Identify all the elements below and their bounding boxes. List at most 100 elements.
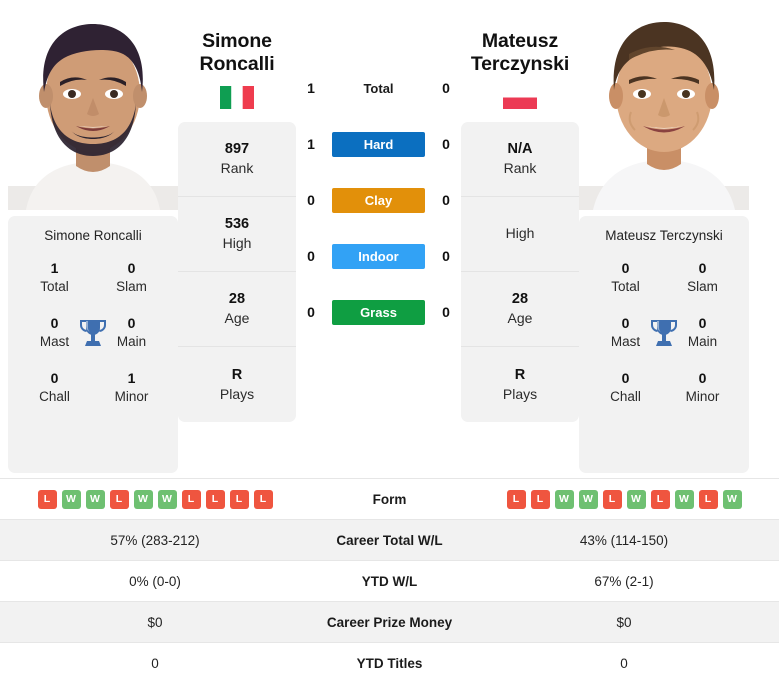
form-badge: W xyxy=(133,489,153,509)
right-stat-rank-label: Rank xyxy=(503,160,537,177)
left-stat-age: 28 Age xyxy=(178,272,296,347)
form-badge: L xyxy=(530,489,550,509)
left-ytd-titles: 0 xyxy=(0,642,310,684)
left-stat-age-value: 28 xyxy=(228,291,246,308)
right-titles-chall: 0 Chall xyxy=(587,369,664,406)
table-row-ytd-titles: 0 YTD Titles 0 xyxy=(0,642,779,684)
left-titles-chall: 0 Chall xyxy=(16,369,93,406)
right-titles-slam-value: 0 xyxy=(698,260,707,276)
h2h-row-grass: 0 Grass 0 xyxy=(296,284,461,340)
right-stat-plays: R Plays xyxy=(461,347,579,422)
left-titles-minor-value: 1 xyxy=(127,370,136,387)
form-badge: L xyxy=(205,489,225,509)
poland-flag-icon xyxy=(503,85,537,109)
right-stat-age-value: 28 xyxy=(511,291,529,308)
right-titles-minor-label: Minor xyxy=(685,389,720,405)
form-badge: W xyxy=(157,489,177,509)
left-player-heading: Simone Roncalli xyxy=(178,8,296,122)
left-player-photo xyxy=(8,8,178,210)
h2h-row-total: 1 Total 0 xyxy=(296,60,461,116)
right-player-photo xyxy=(579,8,749,210)
italy-flag-icon xyxy=(220,85,254,109)
form-badge: L xyxy=(181,489,201,509)
left-titles-minor: 1 Minor xyxy=(93,369,170,406)
left-titles-total-value: 1 xyxy=(50,260,59,276)
row-label-career-prize-money: Career Prize Money xyxy=(310,601,469,643)
form-badge: L xyxy=(698,489,718,509)
h2h-clay-right: 0 xyxy=(442,192,450,208)
left-stat-age-label: Age xyxy=(224,310,250,327)
left-titles-chall-label: Chall xyxy=(39,389,70,405)
left-stat-plays: R Plays xyxy=(178,347,296,422)
left-stat-rank-value: 897 xyxy=(224,141,250,158)
table-row-form: LWWLWWLLLL Form LLWWLWLWLW xyxy=(0,478,779,520)
right-stat-plays-value: R xyxy=(514,366,526,383)
h2h-grass-badge: Grass xyxy=(332,299,425,325)
h2h-total-left: 1 xyxy=(307,80,315,96)
h2h-clay-badge: Clay xyxy=(332,187,425,213)
left-form-strip: LWWLWWLLLL xyxy=(6,489,304,509)
left-titles-slam-label: Slam xyxy=(116,278,147,294)
row-label-ytd-titles: YTD Titles xyxy=(310,642,469,684)
right-stat-high-label: High xyxy=(505,225,535,242)
right-titles-minor-value: 0 xyxy=(698,370,707,387)
row-label-career-total-wl: Career Total W/L xyxy=(310,519,469,561)
form-badge: W xyxy=(578,489,598,509)
h2h-total-right: 0 xyxy=(442,80,450,96)
right-titles-total: 0 Total xyxy=(587,259,664,296)
player-comparison-page: Simone Roncalli 1 Total 0 Slam 0 Mast 0 … xyxy=(0,0,779,699)
right-titles-chall-value: 0 xyxy=(621,370,630,387)
right-titles-total-label: Total xyxy=(611,278,640,294)
head-to-head-column: 1 Total 0 1 Hard 0 0 Clay 0 0 Indoor 0 0 xyxy=(296,8,461,340)
right-stat-age-label: Age xyxy=(507,310,533,327)
right-titles-slam-label: Slam xyxy=(687,278,718,294)
left-titles-chall-value: 0 xyxy=(50,370,59,387)
right-titles-chall-label: Chall xyxy=(610,389,641,405)
form-badge: L xyxy=(37,489,57,509)
right-player-card-name: Mateusz Terczynski xyxy=(605,228,723,243)
form-badge: L xyxy=(229,489,249,509)
left-player-first-name: Simone xyxy=(202,30,272,52)
left-titles-total-label: Total xyxy=(40,278,69,294)
left-titles-slam: 0 Slam xyxy=(93,259,170,296)
left-ytd-wl: 0% (0-0) xyxy=(0,560,310,602)
left-stat-plays-label: Plays xyxy=(219,385,255,402)
h2h-hard-left: 1 xyxy=(307,136,315,152)
right-stat-plays-label: Plays xyxy=(502,385,538,402)
right-player-titles-grid: 0 Total 0 Slam 0 Mast 0 Main 0 Chall 0 M… xyxy=(587,259,741,406)
left-stat-column: Simone Roncalli 897 Rank 536 High 28 Age… xyxy=(178,8,296,422)
left-career-prize-money: $0 xyxy=(0,601,310,643)
table-row-career-total-wl: 57% (283-212) Career Total W/L 43% (114-… xyxy=(0,519,779,561)
form-badge: L xyxy=(650,489,670,509)
left-stat-rank-label: Rank xyxy=(220,160,254,177)
form-badge: W xyxy=(554,489,574,509)
h2h-total-label: Total xyxy=(363,80,394,96)
left-stat-high-value: 536 xyxy=(224,216,250,233)
left-titles-slam-value: 0 xyxy=(127,260,136,276)
h2h-grass-left: 0 xyxy=(307,304,315,320)
h2h-row-indoor: 0 Indoor 0 xyxy=(296,228,461,284)
form-badge: L xyxy=(253,489,273,509)
right-player-titles-card: Mateusz Terczynski 0 Total 0 Slam 0 Mast xyxy=(579,216,749,473)
form-badge: L xyxy=(506,489,526,509)
left-career-total-wl: 57% (283-212) xyxy=(0,519,310,561)
left-player-card-name: Simone Roncalli xyxy=(44,228,142,243)
right-player-last-name: Terczynski xyxy=(470,52,570,75)
comparison-stats-table: LWWLWWLLLL Form LLWWLWLWLW 57% (283-212)… xyxy=(0,478,779,684)
h2h-indoor-left: 0 xyxy=(307,248,315,264)
h2h-hard-badge: Hard xyxy=(332,131,425,157)
form-badge: W xyxy=(61,489,81,509)
right-stat-high: High xyxy=(461,197,579,272)
right-ytd-titles: 0 xyxy=(469,642,779,684)
h2h-clay-left: 0 xyxy=(307,192,315,208)
form-badge: W xyxy=(674,489,694,509)
trophy-icon xyxy=(79,318,107,348)
left-stat-high-label: High xyxy=(222,235,252,252)
trophy-icon xyxy=(650,318,678,348)
left-player-last-name: Roncalli xyxy=(199,52,275,75)
right-stat-rank: N/A Rank xyxy=(461,122,579,197)
right-player-column: Mateusz Terczynski 0 Total 0 Slam 0 Mast xyxy=(579,8,749,473)
left-form-cell: LWWLWWLLLL xyxy=(0,478,310,520)
table-row-ytd-wl: 0% (0-0) YTD W/L 67% (2-1) xyxy=(0,560,779,602)
left-player-column: Simone Roncalli 1 Total 0 Slam 0 Mast 0 … xyxy=(8,8,178,473)
